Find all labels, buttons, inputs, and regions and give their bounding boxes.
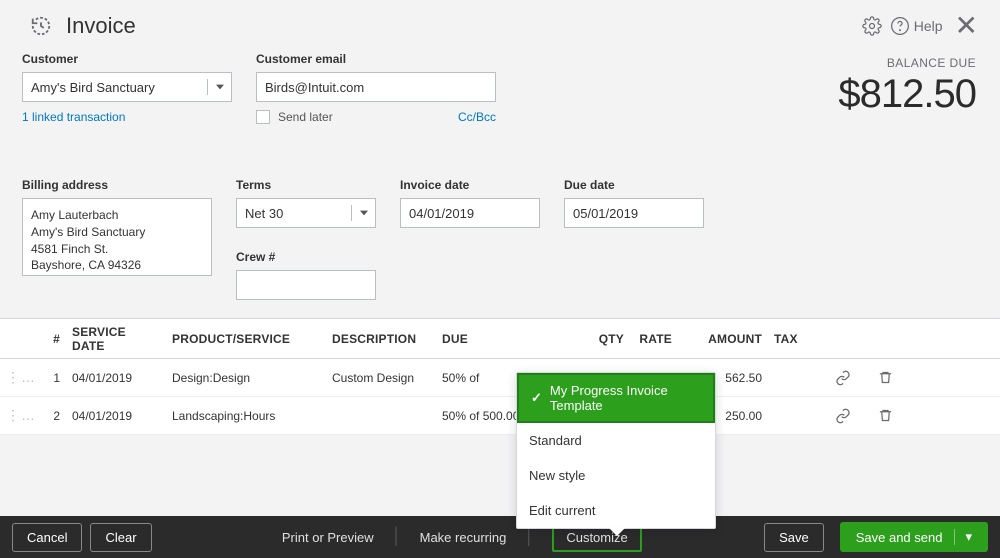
col-description: DESCRIPTION — [326, 332, 436, 346]
linked-transaction-link[interactable]: 1 linked transaction — [22, 110, 232, 124]
chevron-down-icon — [351, 205, 375, 221]
col-rate: RATE — [626, 332, 678, 346]
popover-tail — [609, 528, 625, 536]
check-icon: ✓ — [531, 390, 542, 406]
template-option[interactable]: New style — [517, 458, 715, 493]
page-title: Invoice — [66, 13, 854, 39]
print-preview-link[interactable]: Print or Preview — [282, 530, 374, 545]
balance-due-label: BALANCE DUE — [838, 56, 976, 70]
cc-bcc-link[interactable]: Cc/Bcc — [458, 110, 496, 124]
customer-value: Amy's Bird Sanctuary — [31, 80, 155, 95]
close-icon[interactable]: ✕ — [955, 12, 978, 40]
customer-email-label: Customer email — [256, 52, 496, 66]
save-and-send-button[interactable]: Save and send ▾ — [840, 522, 988, 552]
send-later-label: Send later — [278, 110, 333, 124]
drag-handle-icon[interactable]: ⋮⋮ — [0, 369, 38, 386]
template-popover: ✓ My Progress Invoice Template Standard … — [516, 372, 716, 529]
balance-due-block: BALANCE DUE $812.50 — [838, 56, 976, 117]
link-icon[interactable] — [822, 370, 864, 386]
send-later-checkbox[interactable] — [256, 110, 270, 124]
terms-select[interactable]: Net 30 — [236, 198, 376, 228]
col-num: # — [38, 332, 66, 346]
terms-value: Net 30 — [245, 206, 283, 221]
col-due: DUE — [436, 332, 554, 346]
billing-address-label: Billing address — [22, 178, 212, 192]
template-option-selected[interactable]: ✓ My Progress Invoice Template — [517, 373, 715, 423]
save-button[interactable]: Save — [764, 523, 824, 552]
due-date-label: Due date — [564, 178, 704, 192]
invoice-date-label: Invoice date — [400, 178, 540, 192]
col-tax: TAX — [768, 332, 822, 346]
customer-email-input[interactable] — [256, 72, 496, 102]
balance-due-amount: $812.50 — [838, 72, 976, 117]
drag-handle-icon[interactable]: ⋮⋮ — [0, 407, 38, 424]
line-items-table: # SERVICE DATE PRODUCT/SERVICE DESCRIPTI… — [0, 318, 1000, 435]
trash-icon[interactable] — [864, 408, 906, 423]
trash-icon[interactable] — [864, 370, 906, 385]
due-date-input[interactable] — [564, 198, 704, 228]
clear-button[interactable]: Clear — [90, 523, 151, 552]
crew-input[interactable] — [236, 270, 376, 300]
make-recurring-link[interactable]: Make recurring — [420, 530, 507, 545]
crew-label: Crew # — [236, 250, 376, 264]
template-option[interactable]: Standard — [517, 423, 715, 458]
template-option[interactable]: Edit current — [517, 493, 715, 528]
billing-address-field[interactable]: Amy Lauterbach Amy's Bird Sanctuary 4581… — [22, 198, 212, 276]
col-service-date: SERVICE DATE — [66, 325, 166, 353]
customer-select[interactable]: Amy's Bird Sanctuary — [22, 72, 232, 102]
help-icon[interactable]: Help — [890, 16, 943, 36]
col-product: PRODUCT/SERVICE — [166, 332, 326, 346]
history-icon[interactable] — [30, 15, 52, 37]
col-qty: QTY — [554, 332, 626, 346]
help-label: Help — [914, 18, 943, 34]
table-row[interactable]: ⋮⋮ 2 04/01/2019 Landscaping:Hours 50% of… — [0, 397, 1000, 435]
cancel-button[interactable]: Cancel — [12, 523, 82, 552]
gear-icon[interactable] — [862, 16, 882, 36]
chevron-down-icon — [207, 79, 231, 95]
chevron-down-icon[interactable]: ▾ — [954, 529, 972, 545]
customer-label: Customer — [22, 52, 232, 66]
invoice-date-input[interactable] — [400, 198, 540, 228]
bottom-bar: Cancel Clear Print or Preview │ Make rec… — [0, 516, 1000, 558]
terms-label: Terms — [236, 178, 376, 192]
col-amount: AMOUNT — [678, 332, 768, 346]
link-icon[interactable] — [822, 408, 864, 424]
table-row[interactable]: ⋮⋮ 1 04/01/2019 Design:Design Custom Des… — [0, 359, 1000, 397]
